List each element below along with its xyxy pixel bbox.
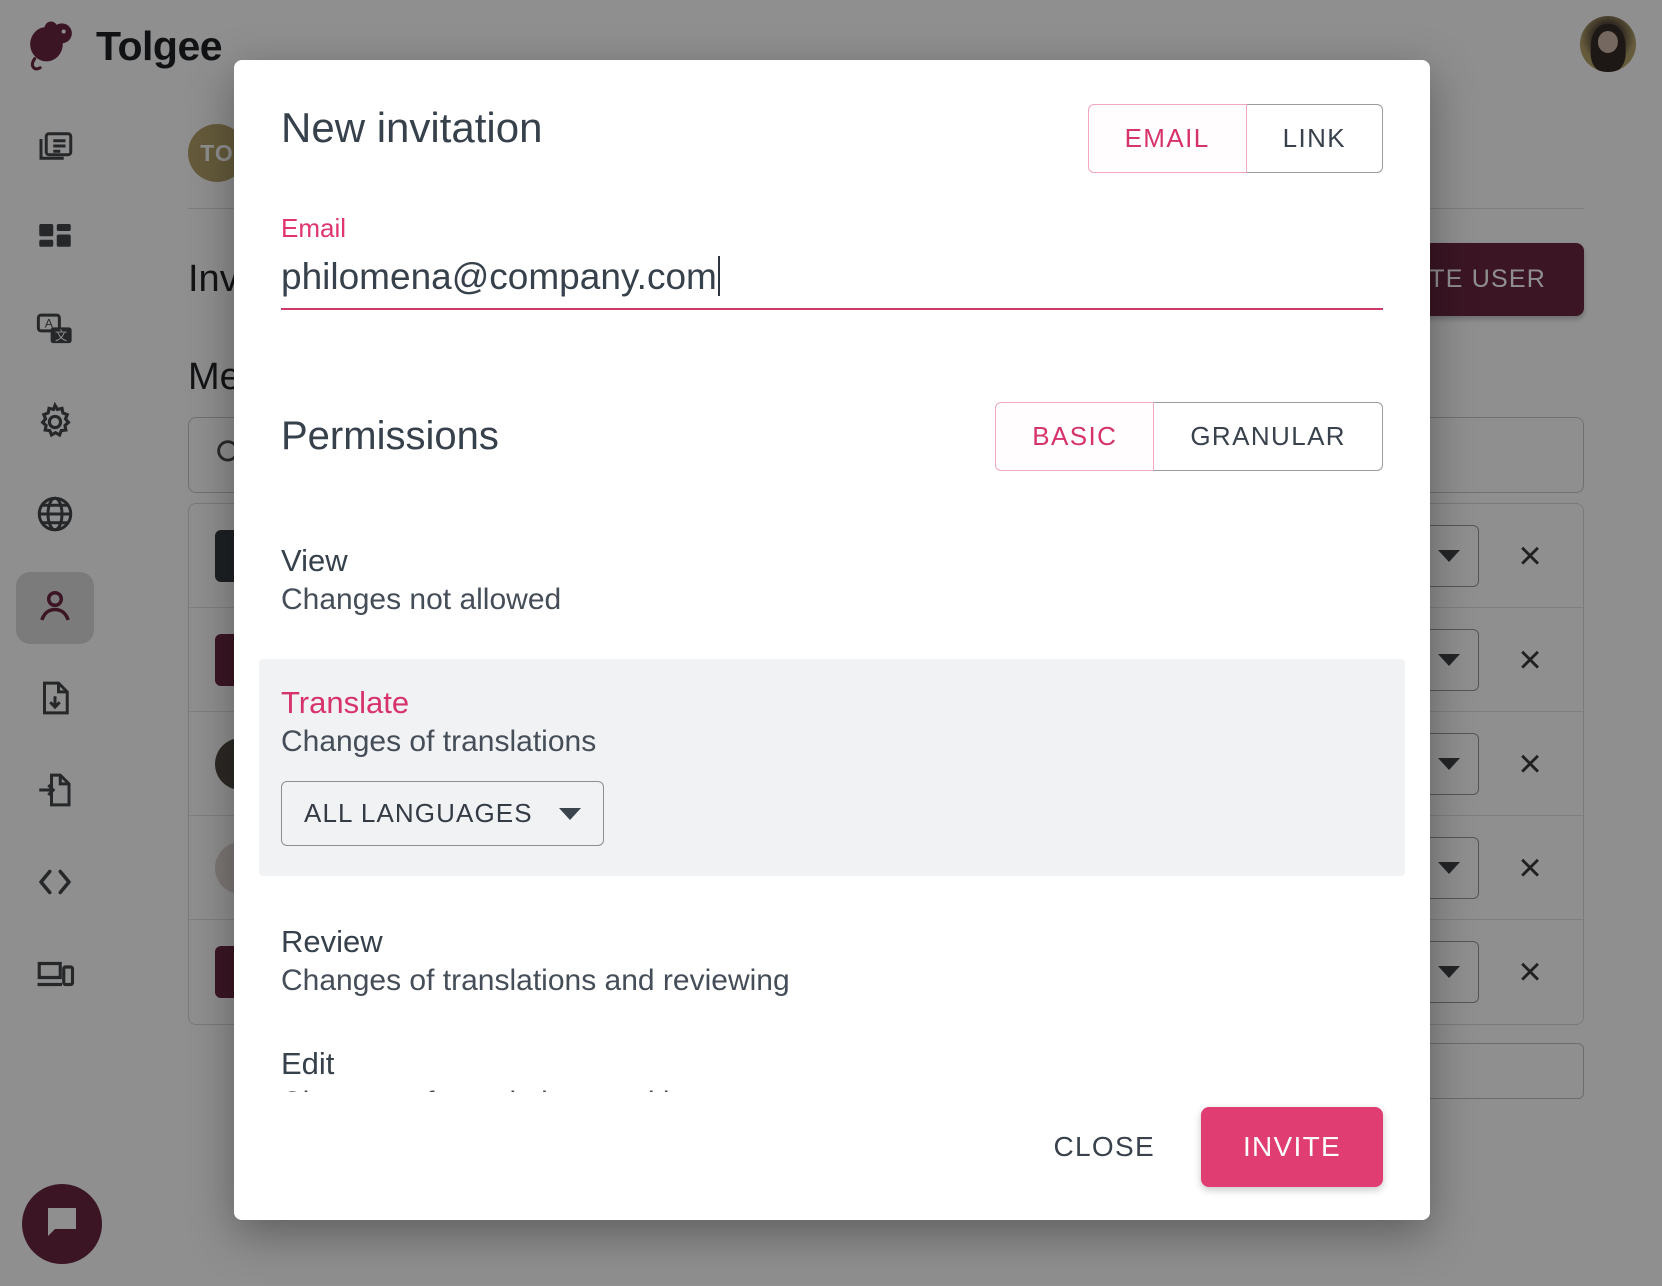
language-select[interactable]: ALL LANGUAGES [281, 781, 604, 846]
text-caret [717, 256, 720, 296]
permission-option-review[interactable]: Review Changes of translations and revie… [281, 918, 1383, 998]
dialog-body: New invitation EMAIL LINK Email philomen… [234, 60, 1430, 1092]
permission-description: Changes of translations [281, 725, 597, 758]
email-field-value: philomena@company.com [281, 256, 717, 297]
permission-name: Edit [281, 1046, 335, 1081]
permission-description: Changes of translations and keys [281, 1086, 1383, 1092]
permission-description: Changes not allowed [281, 583, 562, 616]
invitation-type-toggle: EMAIL LINK [1087, 104, 1383, 173]
permission-name: View [281, 543, 348, 578]
permissions-header: Permissions BASIC GRANULAR [281, 402, 1383, 471]
tab-email[interactable]: EMAIL [1087, 104, 1247, 173]
chevron-down-icon [558, 807, 581, 820]
permissions-list: View Changes not allowed Translate Chang… [259, 537, 1405, 1092]
invite-button[interactable]: INVITE [1200, 1107, 1383, 1187]
dialog-footer: CLOSE INVITE [234, 1092, 1430, 1220]
email-field[interactable]: philomena@company.com [281, 256, 1383, 310]
permissions-title: Permissions [281, 414, 499, 458]
close-button[interactable]: CLOSE [1028, 1111, 1181, 1183]
email-field-group: Email philomena@company.com [281, 213, 1383, 310]
permission-description: Changes of translations and reviewing [281, 964, 790, 997]
email-field-label: Email [281, 213, 347, 243]
dialog-title: New invitation [281, 104, 543, 151]
permission-name: Translate [281, 685, 410, 720]
dialog-header: New invitation EMAIL LINK [281, 104, 1383, 173]
permission-option-translate[interactable]: Translate Changes of translations ALL LA… [259, 659, 1405, 876]
tab-basic[interactable]: BASIC [995, 402, 1155, 471]
tab-link[interactable]: LINK [1246, 104, 1383, 173]
new-invitation-dialog: New invitation EMAIL LINK Email philomen… [234, 60, 1430, 1220]
permission-option-edit[interactable]: Edit Changes of translations and keys [281, 1040, 1383, 1092]
permission-name: Review [281, 924, 383, 959]
permissions-mode-toggle: BASIC GRANULAR [995, 402, 1383, 471]
tab-granular[interactable]: GRANULAR [1154, 402, 1383, 471]
permission-option-view[interactable]: View Changes not allowed [281, 537, 1383, 617]
language-select-value: ALL LANGUAGES [304, 798, 533, 828]
